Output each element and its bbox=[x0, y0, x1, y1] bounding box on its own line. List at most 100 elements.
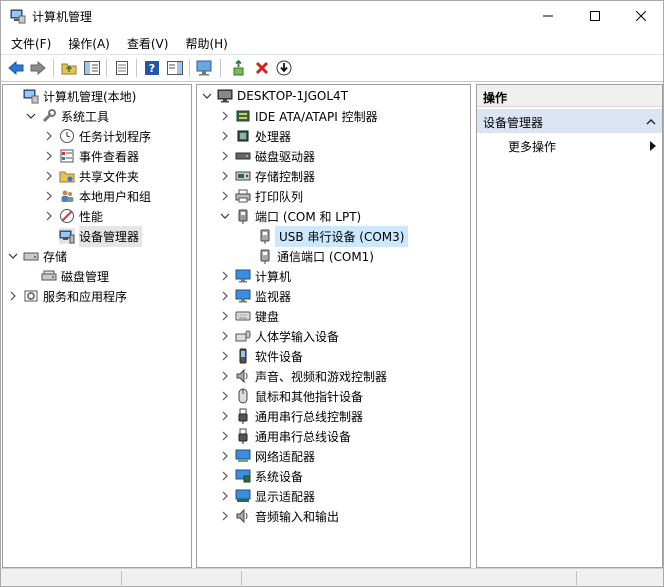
device-category-10[interactable]: 软件设备 bbox=[219, 346, 303, 366]
nav-item-1[interactable]: 系统工具 bbox=[25, 106, 109, 126]
tree-item-label: 性能 bbox=[79, 209, 104, 224]
maximize-button[interactable] bbox=[572, 1, 618, 31]
chevron-right-icon[interactable] bbox=[219, 426, 231, 446]
chevron-right-icon[interactable] bbox=[43, 146, 55, 166]
nav-item-3[interactable]: 事件查看器 bbox=[43, 146, 139, 166]
chevron-right-icon[interactable] bbox=[43, 186, 55, 206]
actions-pane: 操作 设备管理器 更多操作 bbox=[476, 84, 663, 568]
navigation-tree-pane[interactable]: 计算机管理(本地) 系统工具 任务计划程序 事件查看器 共享文件夹 本地用户和组性能 设备管… bbox=[2, 84, 192, 568]
tree-item-label: 打印队列 bbox=[255, 189, 304, 204]
up-folder-icon[interactable] bbox=[59, 58, 79, 78]
show-hide-tree-icon[interactable] bbox=[82, 58, 102, 78]
device-category-14[interactable]: 通用串行总线设备 bbox=[219, 426, 351, 446]
device-category-13[interactable]: 通用串行总线控制器 bbox=[219, 406, 363, 426]
chevron-right-icon[interactable] bbox=[7, 286, 19, 306]
nav-item-9[interactable]: 磁盘管理 bbox=[25, 266, 109, 286]
nav-item-7[interactable]: 设备管理器 bbox=[43, 225, 143, 247]
chevron-right-icon[interactable] bbox=[219, 106, 231, 126]
device-category-17[interactable]: 显示适配器 bbox=[219, 486, 315, 506]
chevron-right-icon[interactable] bbox=[43, 206, 55, 226]
action-pane-icon[interactable] bbox=[165, 58, 185, 78]
chevron-down-icon[interactable] bbox=[25, 106, 37, 126]
menu-view[interactable]: 查看(V) bbox=[117, 31, 176, 53]
device-category-15[interactable]: 网络适配器 bbox=[219, 446, 315, 466]
device-root[interactable]: DESKTOP-1JGOL4T bbox=[201, 86, 348, 106]
chevron-right-icon[interactable] bbox=[219, 326, 231, 346]
chevron-right-icon[interactable] bbox=[219, 286, 231, 306]
minimize-button[interactable] bbox=[525, 1, 571, 31]
help-icon[interactable]: ? bbox=[142, 58, 162, 78]
disable-device-icon[interactable] bbox=[274, 58, 294, 78]
computer-management-window: 计算机管理 文件(F) 操作(A) 查看(V) 帮助(H) ? 计算机管理(本地… bbox=[0, 0, 664, 587]
close-button[interactable] bbox=[618, 1, 664, 31]
device-category-2[interactable]: 磁盘驱动器 bbox=[219, 146, 315, 166]
device-category-18[interactable]: 音频输入和输出 bbox=[219, 506, 339, 526]
nav-item-8[interactable]: 存储 bbox=[7, 246, 67, 266]
menu-file[interactable]: 文件(F) bbox=[1, 31, 58, 53]
forward-arrow-icon[interactable] bbox=[28, 58, 48, 78]
chevron-down-icon[interactable] bbox=[219, 206, 231, 226]
chevron-down-icon[interactable] bbox=[201, 86, 213, 106]
device-category-5[interactable]: 端口 (COM 和 LPT) bbox=[219, 206, 361, 226]
menu-help[interactable]: 帮助(H) bbox=[175, 31, 234, 53]
chevron-right-icon[interactable] bbox=[219, 506, 231, 526]
tree-item-label: 计算机 bbox=[255, 269, 292, 284]
device-category-11[interactable]: 声音、视频和游戏控制器 bbox=[219, 366, 387, 386]
scan-hardware-icon[interactable] bbox=[195, 58, 215, 78]
chevron-right-icon[interactable] bbox=[43, 166, 55, 186]
chevron-right-icon[interactable] bbox=[219, 446, 231, 466]
chevron-right-icon[interactable] bbox=[219, 126, 231, 146]
tree-item-label: 通信端口 (COM1) bbox=[277, 249, 374, 264]
device-category-12[interactable]: 鼠标和其他指针设备 bbox=[219, 386, 363, 406]
more-actions-item[interactable]: 更多操作 bbox=[477, 135, 662, 155]
nav-item-2[interactable]: 任务计划程序 bbox=[43, 126, 151, 146]
title-bar: 计算机管理 bbox=[1, 1, 663, 31]
collapse-up-icon[interactable] bbox=[646, 115, 656, 129]
device-tree-pane[interactable]: DESKTOP-1JGOL4T IDE ATA/ATAPI 控制器处理器磁盘驱动器… bbox=[196, 84, 471, 568]
chevron-right-icon[interactable] bbox=[219, 146, 231, 166]
back-arrow-icon[interactable] bbox=[6, 58, 26, 78]
users-icon bbox=[59, 188, 75, 204]
tree-item-label: 处理器 bbox=[255, 129, 292, 144]
device-category-1[interactable]: 处理器 bbox=[219, 126, 291, 146]
chevron-right-icon[interactable] bbox=[219, 466, 231, 486]
chevron-right-icon[interactable] bbox=[219, 486, 231, 506]
actions-section-device-manager[interactable]: 设备管理器 bbox=[477, 109, 662, 133]
device-item-5-0[interactable]: USB 串行设备 (COM3) bbox=[241, 225, 409, 247]
menu-action[interactable]: 操作(A) bbox=[58, 31, 117, 53]
device-category-8[interactable]: 键盘 bbox=[219, 306, 279, 326]
device-category-0[interactable]: IDE ATA/ATAPI 控制器 bbox=[219, 106, 378, 126]
device-category-6[interactable]: 计算机 bbox=[219, 266, 291, 286]
chevron-right-icon[interactable] bbox=[219, 406, 231, 426]
device-category-3[interactable]: 存储控制器 bbox=[219, 166, 315, 186]
device-category-9[interactable]: 人体学输入设备 bbox=[219, 326, 339, 346]
uninstall-device-icon[interactable] bbox=[252, 58, 272, 78]
chevron-right-icon[interactable] bbox=[219, 186, 231, 206]
nav-item-4[interactable]: 共享文件夹 bbox=[43, 166, 139, 186]
nav-item-0[interactable]: 计算机管理(本地) bbox=[7, 86, 136, 106]
chevron-right-icon[interactable] bbox=[219, 366, 231, 386]
chevron-right-icon[interactable] bbox=[219, 266, 231, 286]
software-device-icon bbox=[235, 348, 251, 364]
device-category-7[interactable]: 监视器 bbox=[219, 286, 291, 306]
tree-item-label: 软件设备 bbox=[255, 349, 304, 364]
nav-item-10[interactable]: 服务和应用程序 bbox=[7, 286, 127, 306]
desktop-computer-icon bbox=[217, 88, 233, 104]
nav-item-6[interactable]: 性能 bbox=[43, 206, 103, 226]
chevron-right-icon[interactable] bbox=[219, 306, 231, 326]
nav-item-5[interactable]: 本地用户和组 bbox=[43, 186, 151, 206]
tools-icon bbox=[41, 108, 57, 124]
device-item-5-1[interactable]: 通信端口 (COM1) bbox=[241, 246, 374, 266]
properties-icon[interactable] bbox=[112, 58, 132, 78]
chevron-right-icon[interactable] bbox=[219, 346, 231, 366]
update-driver-icon[interactable] bbox=[229, 58, 249, 78]
device-category-16[interactable]: 系统设备 bbox=[219, 466, 303, 486]
chevron-down-icon[interactable] bbox=[7, 246, 19, 266]
clock-icon bbox=[59, 128, 75, 144]
actions-header: 操作 bbox=[477, 85, 662, 107]
chevron-right-icon[interactable] bbox=[219, 386, 231, 406]
chevron-right-icon[interactable] bbox=[219, 166, 231, 186]
chevron-right-icon[interactable] bbox=[43, 126, 55, 146]
device-category-4[interactable]: 打印队列 bbox=[219, 186, 303, 206]
